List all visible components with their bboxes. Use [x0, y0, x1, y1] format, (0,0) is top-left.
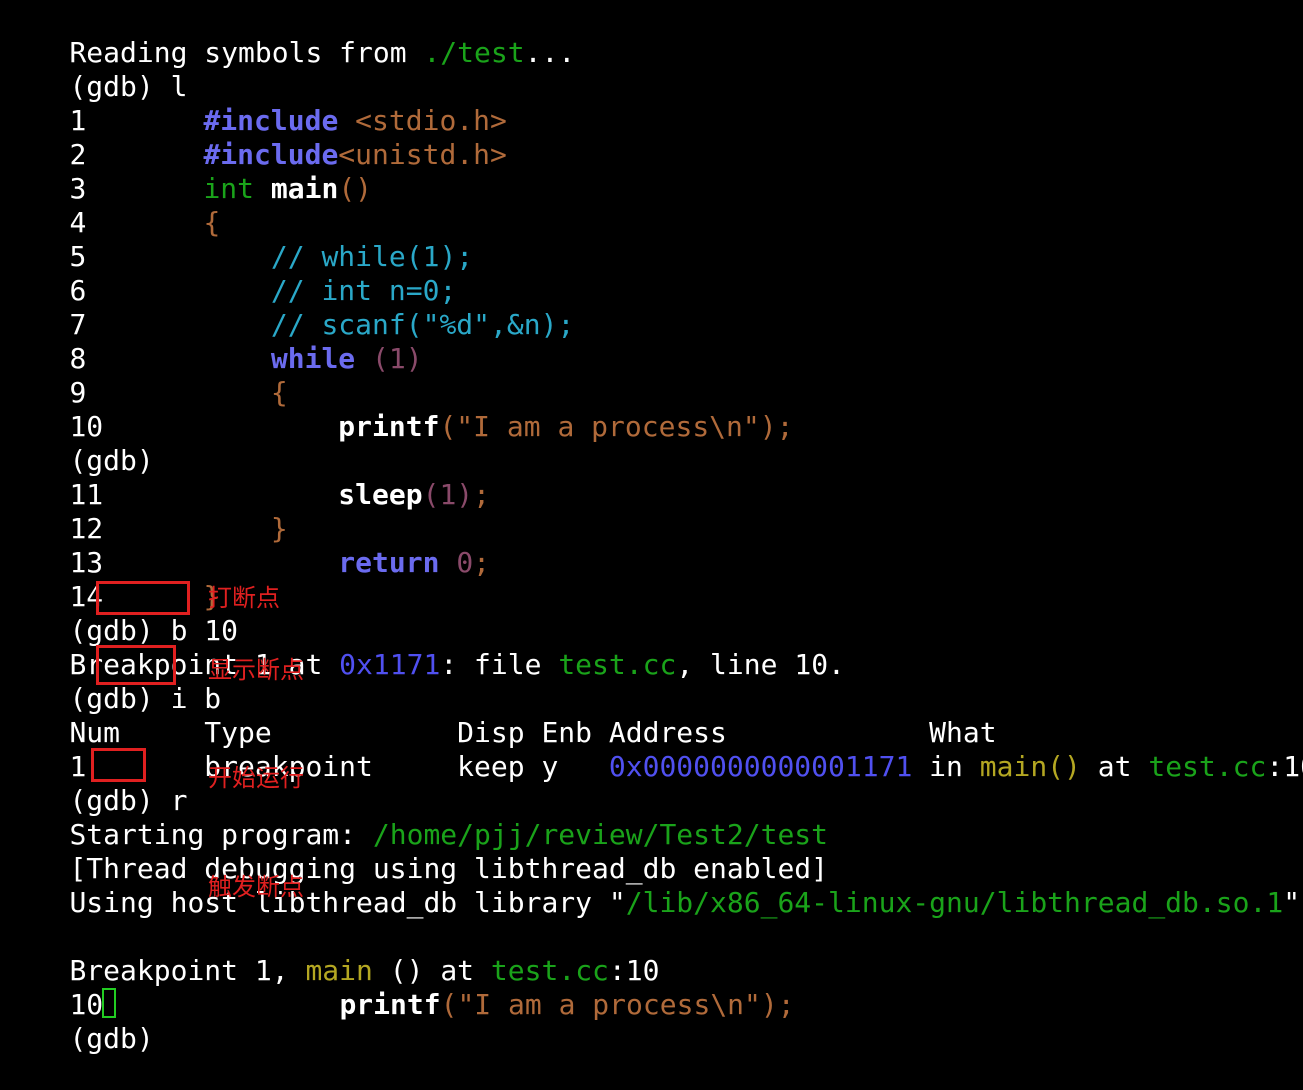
string-args: ("I am a process\n"); [440, 988, 795, 1021]
source-line: 12 } [2, 478, 287, 545]
function-call: printf [339, 988, 441, 1021]
library-path: /lib/x86_64-linux-gnu/libthread_db.so.1 [625, 886, 1284, 919]
semicolon: ; [473, 478, 491, 511]
terminal-line-cmd-list: (gdb) l [2, 36, 187, 103]
terminal-line-thread-debugging: [Thread debugging using libthread_db ena… [2, 818, 828, 885]
source-line: 10 printf("I am a process\n"); [2, 376, 793, 443]
terminal-line-reading-symbols: Reading symbols from ./test... [2, 2, 575, 69]
source-line: 13 return 0; [2, 512, 490, 579]
source-line: 7 // scanf("%d",&n); [2, 274, 574, 341]
keyword: return [338, 546, 440, 579]
terminal-line-current-source: 10 printf("I am a process\n"); [2, 954, 794, 1021]
file-name: test.cc [558, 648, 677, 681]
gdb-prompt: (gdb) [69, 1022, 171, 1055]
source-line: 8 while (1) [2, 308, 422, 375]
breakpoint-table-row: 1 breakpoint keep y 0x0000000000001171 i… [2, 716, 1303, 783]
source-line: 3 int main() [2, 138, 372, 205]
source-line: 9 { [2, 342, 287, 409]
text: in [912, 750, 980, 783]
parens: () [338, 172, 373, 205]
address: 0x0000000000001171 [608, 750, 913, 783]
annotation-box-run-cmd [91, 748, 146, 782]
args: (1) [422, 478, 474, 511]
breakpoint-table-header: Num Type Disp Enb Address What [2, 682, 996, 749]
number-literal: 0 [456, 546, 474, 579]
semicolon: ; [473, 546, 491, 579]
string-args: ("I am a process\n"); [439, 410, 794, 443]
source-line: 5 // while(1); [2, 206, 473, 273]
address: 0x1171 [339, 648, 441, 681]
function-call: sleep [338, 478, 423, 511]
file-name: test.cc [1148, 750, 1267, 783]
terminal-line-final-prompt: (gdb) [2, 988, 171, 1055]
terminal-line-host-library: Using host libthread_db library "/lib/x8… [2, 852, 1303, 919]
source-line: 11 sleep(1); [2, 444, 490, 511]
terminal-line-starting-program: Starting program: /home/pjj/review/Test2… [2, 784, 828, 851]
annotation-box-break-cmd [96, 581, 190, 615]
text: ". [1283, 886, 1303, 919]
source-line: 6 // int n=0; [2, 240, 456, 307]
terminal-line-gdb-prompt: (gdb) [2, 410, 153, 477]
source-line: 14} [2, 546, 220, 613]
function-name: main() [979, 750, 1081, 783]
text: Using host libthread_db library " [69, 886, 626, 919]
annotation-box-info-break-cmd [96, 645, 176, 685]
annotation-label-show-breakpoint: 显示断点 [208, 656, 304, 684]
source-line: 2 #include<unistd.h> [2, 104, 506, 171]
condition: (1) [372, 342, 423, 375]
text: : file [440, 648, 559, 681]
terminal-line-breakpoint-set: Breakpoint 1 at 0x1171: file test.cc, li… [2, 614, 844, 681]
annotation-label-start-run: 开始运行 [208, 764, 304, 792]
annotation-label-hit-breakpoint: 触发断点 [208, 873, 304, 901]
text: :10 [1266, 750, 1303, 783]
program-path: ./test [423, 36, 525, 69]
annotation-label-set-breakpoint: 打断点 [208, 584, 280, 612]
text: , line 10. [676, 648, 845, 681]
source-line: 1 #include <stdio.h> [2, 70, 506, 137]
terminal-line-breakpoint-hit: Breakpoint 1, main () at test.cc:10 [2, 920, 659, 987]
source-line: 4{ [2, 172, 220, 239]
function-name: main [270, 172, 339, 205]
text: ... [524, 36, 576, 69]
text: at [1080, 750, 1149, 783]
terminal-window[interactable]: Reading symbols from ./test... (gdb) l 1… [0, 0, 1303, 1055]
function-call: printf [338, 410, 440, 443]
terminal-cursor[interactable] [102, 988, 116, 1018]
